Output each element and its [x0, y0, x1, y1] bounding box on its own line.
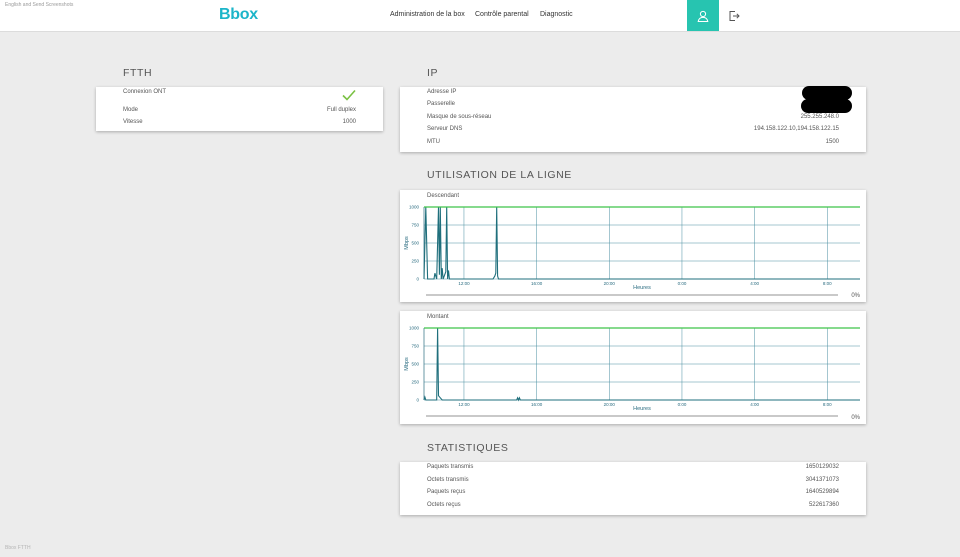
- y-tick-label: 500: [411, 241, 419, 246]
- x-tick-label: 0:00: [678, 281, 687, 286]
- vitesse-row: Vitesse 1000: [96, 119, 383, 131]
- redacted-gateway: [801, 99, 852, 113]
- ip-title: IP: [427, 67, 439, 79]
- logout-button[interactable]: [726, 8, 742, 24]
- bbox-logo[interactable]: Bbox: [219, 6, 258, 24]
- stats-label: Octets transmis: [427, 477, 469, 483]
- stats-value: 1650129032: [805, 464, 839, 470]
- dns-value: 194.158.122.10,194.158.122.15: [753, 126, 839, 132]
- x-tick-label: 4:00: [750, 281, 759, 286]
- gateway-row: Passerelle: [400, 101, 866, 113]
- top-bar: English and Send Screenshots Bbox Admini…: [0, 0, 960, 32]
- watermark: English and Send Screenshots: [5, 2, 74, 8]
- stats-label: Paquets reçus: [427, 489, 466, 495]
- chart-montant: 0 250 500 750 1000 12:00 16:00 20:00 0:00 4:00 8:0…: [404, 326, 860, 417]
- stats-row: Paquets reçus 1640529894: [400, 489, 866, 501]
- chart-descendant: 0 250 500 750 1000 12:00 16:00 20:00 0:00 4:00 8:0…: [404, 205, 860, 296]
- check-icon: [342, 89, 356, 101]
- y-tick-label: 750: [411, 344, 419, 349]
- stats-label: Paquets transmis: [427, 464, 474, 470]
- y-tick-label: 250: [411, 380, 419, 385]
- ip-card: Adresse IP Passerelle Masque de sous-rés…: [400, 86, 866, 152]
- connexion-label: Connexion ONT: [123, 89, 167, 95]
- x-tick-label: 8:00: [823, 281, 832, 286]
- stats-value: 1640529894: [805, 489, 839, 495]
- x-tick-label: 16:00: [531, 402, 543, 407]
- y-axis-label: Mbps: [404, 357, 410, 371]
- chart-montant-percent: 0%: [851, 415, 860, 421]
- mtu-row: MTU 1500: [400, 139, 866, 151]
- stats-title: STATISTIQUES: [427, 442, 509, 454]
- stats-row: Paquets transmis 1650129032: [400, 464, 866, 476]
- mtu-label: MTU: [427, 139, 440, 145]
- stats-row: Octets reçus 522617360: [400, 502, 866, 514]
- stats-label: Octets reçus: [427, 502, 461, 508]
- vitesse-label: Vitesse: [123, 119, 143, 125]
- stats-value: 3041371073: [805, 477, 839, 483]
- ftth-title: FTTH: [123, 67, 153, 79]
- nav-administration[interactable]: Administration de la box: [390, 11, 465, 18]
- nav-controle-parental[interactable]: Contrôle parental: [475, 11, 529, 18]
- y-tick-label: 0: [416, 277, 419, 282]
- netmask-value: 255.255.248.0: [800, 114, 839, 120]
- account-button[interactable]: [687, 0, 719, 31]
- y-tick-label: 750: [411, 223, 419, 228]
- x-axis-label: Heures: [633, 406, 651, 412]
- y-axis-label: Mbps: [404, 236, 410, 250]
- x-tick-label: 12:00: [458, 402, 470, 407]
- vitesse-value: 1000: [342, 119, 356, 125]
- y-tick-label: 1000: [409, 326, 420, 331]
- gateway-label: Passerelle: [427, 101, 456, 107]
- ip-row: Adresse IP: [400, 89, 866, 101]
- mode-row: Mode Full duplex: [96, 107, 383, 119]
- x-tick-label: 20:00: [604, 402, 616, 407]
- y-tick-label: 0: [416, 398, 419, 403]
- stats-value: 522617360: [808, 502, 839, 508]
- y-tick-label: 500: [411, 362, 419, 367]
- netmask-label: Masque de sous-réseau: [427, 114, 492, 120]
- mode-label: Mode: [123, 107, 139, 113]
- usage-title: UTILISATION DE LA LIGNE: [427, 169, 572, 181]
- dns-label: Serveur DNS: [427, 126, 463, 132]
- chart-descendant-card: Descendant 0 250 500 750 1000 12:00 16:00 20:00…: [400, 190, 866, 302]
- x-tick-label: 8:00: [823, 402, 832, 407]
- chart-montant-card: Montant 0 250 500 750 1000 12:00 16:00 20:00 0:0…: [400, 311, 866, 424]
- x-axis-label: Heures: [633, 285, 651, 291]
- progress-track: [426, 294, 838, 296]
- ftth-card: Connexion ONT Mode Full duplex Vitesse 1…: [96, 87, 383, 131]
- ip-label: Adresse IP: [427, 89, 457, 95]
- mtu-value: 1500: [825, 139, 839, 145]
- user-icon: [697, 10, 709, 22]
- y-tick-label: 1000: [409, 205, 420, 210]
- footer-watermark: Bbox FTTH: [5, 545, 31, 551]
- mode-value: Full duplex: [326, 107, 356, 113]
- y-tick-label: 250: [411, 259, 419, 264]
- nav-diagnostic[interactable]: Diagnostic: [540, 11, 573, 18]
- netmask-row: Masque de sous-réseau 255.255.248.0: [400, 114, 866, 126]
- x-tick-label: 20:00: [604, 281, 616, 286]
- x-tick-label: 12:00: [458, 281, 470, 286]
- x-tick-label: 0:00: [678, 402, 687, 407]
- x-tick-label: 4:00: [750, 402, 759, 407]
- chart-descendant-percent: 0%: [851, 293, 860, 299]
- x-tick-label: 16:00: [531, 281, 543, 286]
- progress-track: [426, 415, 838, 417]
- stats-row: Octets transmis 3041371073: [400, 477, 866, 489]
- stats-card: Paquets transmis 1650129032 Octets trans…: [400, 462, 866, 515]
- dns-row: Serveur DNS 194.158.122.10,194.158.122.1…: [400, 126, 866, 138]
- connexion-row: Connexion ONT: [96, 89, 383, 101]
- redacted-ip: [802, 86, 852, 100]
- logout-icon: [729, 11, 740, 21]
